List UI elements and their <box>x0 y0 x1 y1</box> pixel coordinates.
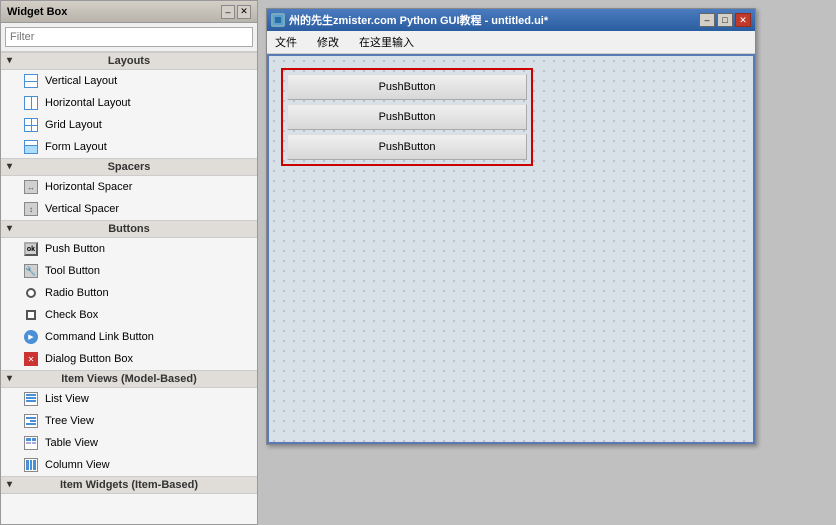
tool-button-label: Tool Button <box>45 265 100 277</box>
table-view-label: Table View <box>45 437 98 449</box>
main-area: 州的先生zmister.com Python GUI教程 - untitled.… <box>258 0 836 525</box>
tool-button-icon: 🔧 <box>23 263 39 279</box>
check-box-item[interactable]: Check Box <box>1 304 257 326</box>
horizontal-spacer-item[interactable]: ↔ Horizontal Spacer <box>1 176 257 198</box>
titlebar-buttons: – ✕ <box>221 5 251 19</box>
form-layout-label: Form Layout <box>45 141 107 153</box>
vertical-layout-icon <box>23 73 39 89</box>
horizontal-spacer-icon: ↔ <box>23 179 39 195</box>
designer-title-text: 州的先生zmister.com Python GUI教程 - untitled.… <box>289 12 548 28</box>
widget-box: Widget Box – ✕ Layouts Vertical Layout H… <box>0 0 258 525</box>
radio-button-item[interactable]: Radio Button <box>1 282 257 304</box>
vertical-layout-item[interactable]: Vertical Layout <box>1 70 257 92</box>
filter-input[interactable] <box>5 27 253 47</box>
dialog-button-box-label: Dialog Button Box <box>45 353 133 365</box>
push-button-2[interactable]: PushButton <box>287 104 527 130</box>
dialog-button-box-icon <box>23 351 39 367</box>
column-view-item[interactable]: Column View <box>1 454 257 476</box>
list-view-label: List View <box>45 393 89 405</box>
designer-title-icon <box>271 13 285 27</box>
horizontal-layout-icon <box>23 95 39 111</box>
form-layout-item[interactable]: Form Layout <box>1 136 257 158</box>
grid-layout-label: Grid Layout <box>45 119 102 131</box>
push-button-1[interactable]: PushButton <box>287 74 527 100</box>
push-button-3[interactable]: PushButton <box>287 134 527 160</box>
vertical-spacer-label: Vertical Spacer <box>45 203 119 215</box>
vertical-spacer-icon: ↕ <box>23 201 39 217</box>
tree-view-icon <box>23 413 39 429</box>
designer-close-button[interactable]: ✕ <box>735 13 751 27</box>
radio-button-icon <box>23 285 39 301</box>
close-button[interactable]: ✕ <box>237 5 251 19</box>
check-box-icon <box>23 307 39 323</box>
tree-view-item[interactable]: Tree View <box>1 410 257 432</box>
horizontal-spacer-label: Horizontal Spacer <box>45 181 132 193</box>
buttons-category[interactable]: Buttons <box>1 220 257 238</box>
horizontal-layout-label: Horizontal Layout <box>45 97 131 109</box>
designer-menubar: 文件 修改 在这里输入 <box>267 31 755 54</box>
vertical-layout-label: Vertical Layout <box>45 75 117 87</box>
push-button-icon: ok <box>23 241 39 257</box>
radio-button-label: Radio Button <box>45 287 109 299</box>
push-button-label: Push Button <box>45 243 105 255</box>
filter-area <box>1 23 257 52</box>
widget-box-titlebar: Widget Box – ✕ <box>1 1 257 23</box>
layouts-category[interactable]: Layouts <box>1 52 257 70</box>
designer-window: 州的先生zmister.com Python GUI教程 - untitled.… <box>266 8 756 445</box>
list-view-icon <box>23 391 39 407</box>
form-layout-icon <box>23 139 39 155</box>
menu-file[interactable]: 文件 <box>271 33 301 51</box>
item-widgets-category[interactable]: Item Widgets (Item-Based) <box>1 476 257 494</box>
designer-titlebar: 州的先生zmister.com Python GUI教程 - untitled.… <box>267 9 755 31</box>
vertical-spacer-item[interactable]: ↕ Vertical Spacer <box>1 198 257 220</box>
widget-box-title: Widget Box <box>7 6 67 18</box>
column-view-label: Column View <box>45 459 110 471</box>
table-view-item[interactable]: Table View <box>1 432 257 454</box>
tool-button-item[interactable]: 🔧 Tool Button <box>1 260 257 282</box>
minimize-button[interactable]: – <box>221 5 235 19</box>
spacers-category[interactable]: Spacers <box>1 158 257 176</box>
designer-minimize-button[interactable]: – <box>699 13 715 27</box>
push-button-item[interactable]: ok Push Button <box>1 238 257 260</box>
tree-view-label: Tree View <box>45 415 94 427</box>
grid-layout-item[interactable]: Grid Layout <box>1 114 257 136</box>
menu-here[interactable]: 在这里输入 <box>355 33 418 51</box>
item-views-category[interactable]: Item Views (Model-Based) <box>1 370 257 388</box>
horizontal-layout-item[interactable]: Horizontal Layout <box>1 92 257 114</box>
designer-title-left: 州的先生zmister.com Python GUI教程 - untitled.… <box>271 12 548 28</box>
grid-layout-icon <box>23 117 39 133</box>
widget-list[interactable]: Layouts Vertical Layout Horizontal Layou… <box>1 52 257 524</box>
table-view-icon <box>23 435 39 451</box>
column-view-icon <box>23 457 39 473</box>
check-box-label: Check Box <box>45 309 98 321</box>
form-area: PushButton PushButton PushButton <box>281 68 533 166</box>
command-link-button-icon <box>23 329 39 345</box>
command-link-button-item[interactable]: Command Link Button <box>1 326 257 348</box>
command-link-button-label: Command Link Button <box>45 331 154 343</box>
designer-window-controls: – □ ✕ <box>697 13 751 27</box>
designer-canvas[interactable]: PushButton PushButton PushButton <box>267 54 755 444</box>
dialog-button-box-item[interactable]: Dialog Button Box <box>1 348 257 370</box>
menu-edit[interactable]: 修改 <box>313 33 343 51</box>
list-view-item[interactable]: List View <box>1 388 257 410</box>
designer-maximize-button[interactable]: □ <box>717 13 733 27</box>
